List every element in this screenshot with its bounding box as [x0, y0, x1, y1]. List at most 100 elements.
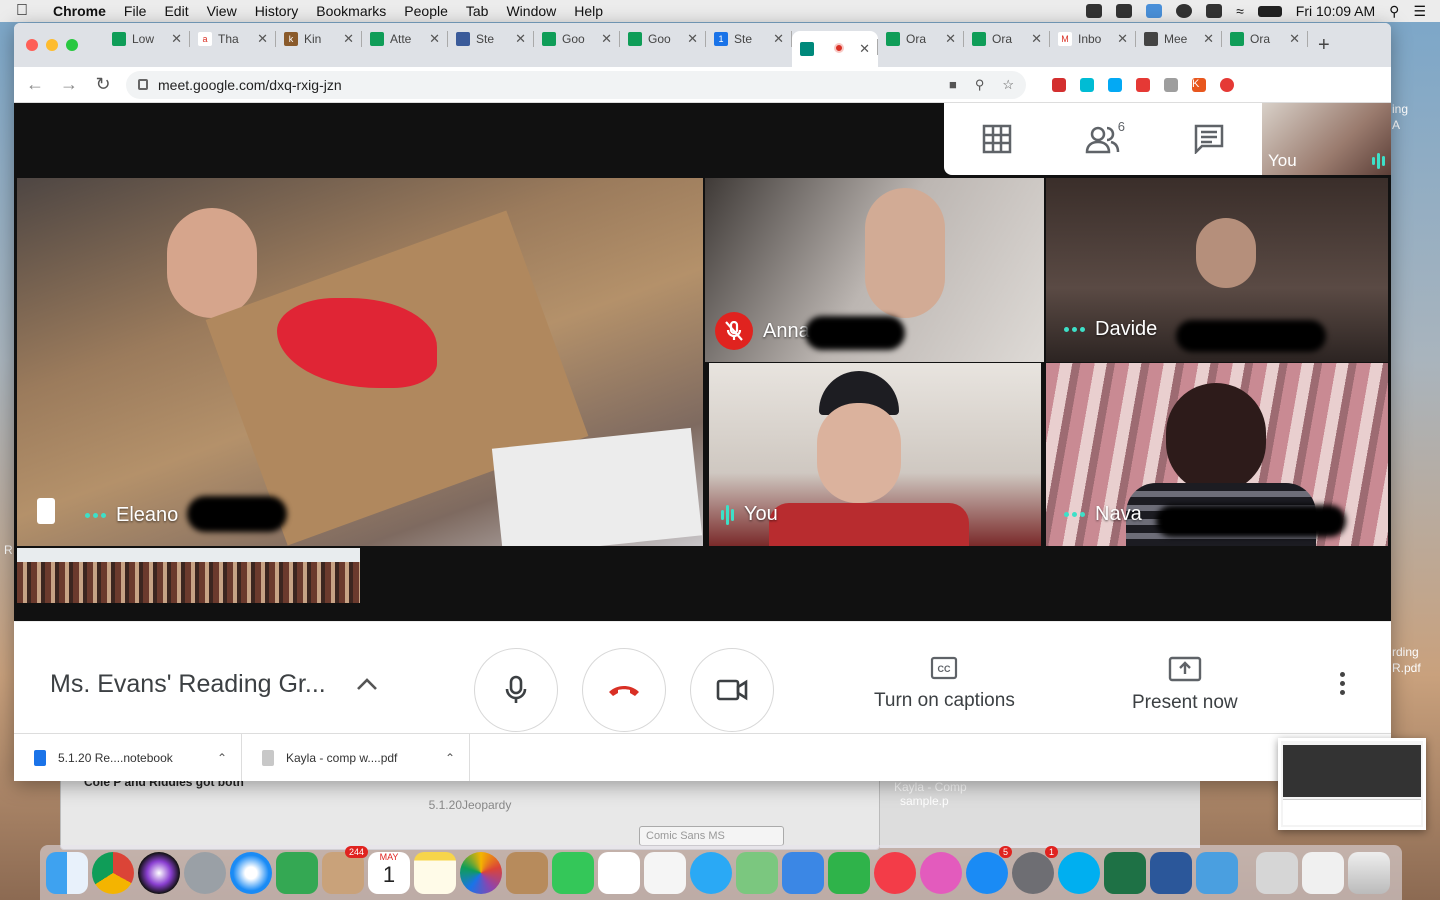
- notes-icon[interactable]: [414, 851, 456, 894]
- video-tile-main[interactable]: Eleano: [17, 178, 703, 546]
- apple-menu-icon[interactable]: : [0, 2, 44, 20]
- airplay-icon[interactable]: [1206, 4, 1223, 18]
- video-tile-partial[interactable]: [17, 548, 360, 603]
- trash-icon[interactable]: [1348, 851, 1390, 894]
- browser-tab[interactable]: Mee ✕: [1136, 23, 1222, 55]
- font-select[interactable]: Comic Sans MS: [639, 826, 784, 846]
- clock[interactable]: Fri 10:09 AM: [1296, 3, 1375, 19]
- close-tab-icon[interactable]: ✕: [429, 31, 440, 47]
- menu-bookmarks[interactable]: Bookmarks: [307, 3, 395, 19]
- browser-tab[interactable]: a Tha ✕: [190, 23, 276, 55]
- meeting-details-chevron-icon[interactable]: [356, 674, 378, 697]
- photos-icon[interactable]: [460, 851, 502, 894]
- zoom-window-button[interactable]: [66, 39, 78, 51]
- menu-help[interactable]: Help: [565, 3, 612, 19]
- close-tab-icon[interactable]: ✕: [601, 31, 612, 47]
- finder-icon[interactable]: [46, 851, 88, 894]
- menu-people[interactable]: People: [395, 3, 457, 19]
- close-tab-icon[interactable]: ✕: [171, 31, 182, 47]
- browser-tab[interactable]: Goo ✕: [620, 23, 706, 55]
- close-tab-icon[interactable]: ✕: [1289, 31, 1300, 47]
- wifi-icon[interactable]: ≈: [1236, 3, 1244, 19]
- microphone-button[interactable]: [474, 648, 558, 732]
- browser-tab[interactable]: Ste ✕: [448, 23, 534, 55]
- present-now-button[interactable]: Present now: [1132, 656, 1238, 714]
- skype-status-icon[interactable]: [1176, 4, 1193, 18]
- itunes-icon[interactable]: [920, 851, 962, 894]
- profile-avatar[interactable]: K: [1192, 77, 1206, 92]
- url-text[interactable]: meet.google.com/dxq-rxig-jzn: [158, 77, 342, 93]
- menu-view[interactable]: View: [198, 3, 246, 19]
- news-icon[interactable]: [874, 851, 916, 894]
- browser-tab[interactable]: Atte ✕: [362, 23, 448, 55]
- launchpad-icon[interactable]: [184, 851, 226, 894]
- extension-icon[interactable]: [1080, 77, 1094, 92]
- numbers-icon[interactable]: [828, 851, 870, 894]
- close-tab-icon[interactable]: ✕: [773, 31, 784, 47]
- participants-icon[interactable]: 6: [1083, 119, 1125, 159]
- browser-tab[interactable]: Goo ✕: [534, 23, 620, 55]
- status-app-icon-2[interactable]: [1146, 4, 1163, 18]
- calendar-icon[interactable]: MAY 1: [368, 851, 410, 894]
- camera-button[interactable]: [690, 648, 774, 732]
- close-window-button[interactable]: [26, 39, 38, 51]
- png-file-icon[interactable]: [1302, 851, 1344, 894]
- textedit-pen-icon[interactable]: [1196, 851, 1238, 894]
- menu-tab[interactable]: Tab: [457, 3, 498, 19]
- close-tab-icon[interactable]: ✕: [687, 31, 698, 47]
- safari-icon[interactable]: [230, 851, 272, 894]
- captions-button[interactable]: CC Turn on captions: [874, 656, 1015, 712]
- download-item[interactable]: 5.1.20 Re....notebook ⌃: [14, 733, 242, 781]
- siri-icon[interactable]: [138, 851, 180, 894]
- browser-tab[interactable]: Ora ✕: [878, 23, 964, 55]
- extension-icon[interactable]: [1108, 77, 1122, 92]
- minimize-window-button[interactable]: [46, 39, 58, 51]
- maps-pin-icon[interactable]: [276, 851, 318, 894]
- more-options-icon[interactable]: [1340, 672, 1345, 695]
- close-tab-icon[interactable]: ✕: [257, 31, 268, 47]
- zoom-icon[interactable]: ⚲: [975, 77, 985, 93]
- spotlight-icon[interactable]: ⚲: [1389, 3, 1399, 20]
- close-tab-icon[interactable]: ✕: [1203, 31, 1214, 47]
- close-tab-icon[interactable]: ✕: [859, 41, 870, 57]
- notification-center-icon[interactable]: ☰: [1413, 3, 1426, 20]
- lock-icon[interactable]: [138, 79, 148, 90]
- chevron-up-icon[interactable]: ⌃: [445, 751, 455, 765]
- video-tile-anna[interactable]: Anna: [705, 178, 1044, 362]
- screenshot-folder-icon[interactable]: [1256, 851, 1298, 894]
- menu-edit[interactable]: Edit: [155, 3, 197, 19]
- system-preferences-icon[interactable]: 1: [1012, 845, 1058, 894]
- keynote-icon[interactable]: [782, 851, 824, 894]
- extension-icon[interactable]: [1220, 77, 1234, 92]
- close-tab-icon[interactable]: ✕: [515, 31, 526, 47]
- browser-tab[interactable]: M Inbo ✕: [1050, 23, 1136, 55]
- menu-file[interactable]: File: [115, 3, 156, 19]
- address-bar[interactable]: meet.google.com/dxq-rxig-jzn ■ ⚲ ☆: [126, 70, 1026, 99]
- camera-indicator-icon[interactable]: ■: [949, 77, 957, 93]
- menu-history[interactable]: History: [246, 3, 308, 19]
- video-tile-you[interactable]: You: [709, 363, 1041, 546]
- close-tab-icon[interactable]: ✕: [1031, 31, 1042, 47]
- battery-icon[interactable]: [1257, 5, 1282, 17]
- screenshot-thumbnail[interactable]: [1278, 738, 1426, 830]
- reload-button[interactable]: ↻: [92, 74, 114, 95]
- self-view-thumbnail[interactable]: You: [1262, 103, 1391, 175]
- status-app-icon[interactable]: [1086, 4, 1103, 18]
- pin-icon[interactable]: [37, 498, 55, 524]
- close-tab-icon[interactable]: ✕: [1117, 31, 1128, 47]
- close-tab-icon[interactable]: ✕: [343, 31, 354, 47]
- browser-tab[interactable]: ✕: [792, 31, 878, 67]
- excel-icon[interactable]: [1104, 851, 1146, 894]
- menu-window[interactable]: Window: [497, 3, 565, 19]
- close-tab-icon[interactable]: ✕: [945, 31, 956, 47]
- skype-icon[interactable]: [1058, 851, 1100, 894]
- background-finder-window[interactable]: Kayla - Comp sample.p: [880, 778, 1200, 848]
- forward-button[interactable]: →: [58, 74, 80, 95]
- extension-icon[interactable]: [1136, 77, 1150, 92]
- video-tile-nava[interactable]: Nava: [1046, 363, 1388, 546]
- app-store-icon[interactable]: 5: [966, 845, 1012, 894]
- word-icon[interactable]: [1150, 851, 1192, 894]
- browser-tab[interactable]: Ora ✕: [1222, 23, 1308, 55]
- facetime-icon[interactable]: [552, 851, 594, 894]
- extension-icon[interactable]: [1052, 77, 1066, 92]
